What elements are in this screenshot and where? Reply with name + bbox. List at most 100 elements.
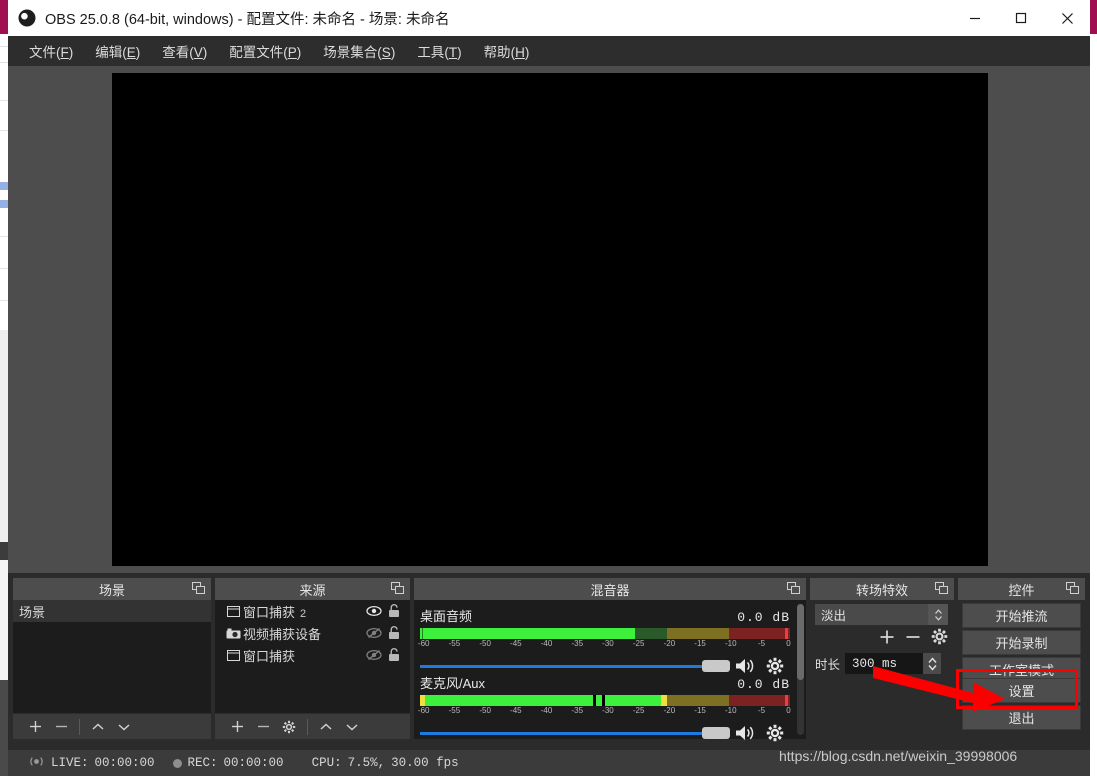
eye-hidden-icon[interactable] bbox=[364, 627, 384, 639]
close-button[interactable] bbox=[1044, 0, 1090, 36]
duration-input[interactable]: 300 ms bbox=[845, 653, 924, 674]
source-name: 窗口捕获 bbox=[243, 648, 296, 664]
move-source-down-button[interactable] bbox=[339, 715, 365, 739]
float-dock-icon[interactable] bbox=[192, 582, 205, 598]
float-dock-icon[interactable] bbox=[935, 582, 948, 598]
mixer-channel-name: 桌面音频 bbox=[420, 609, 473, 624]
menu-item-scene-collection[interactable]: 场景集合(S) bbox=[312, 38, 406, 64]
float-dock-icon[interactable] bbox=[1066, 582, 1079, 598]
duration-stepper[interactable] bbox=[923, 653, 942, 674]
transition-duration-row: 时长 300 ms bbox=[815, 653, 942, 674]
dock-scenes-title-label: 场景 bbox=[98, 582, 125, 598]
remove-transition-button[interactable] bbox=[905, 629, 921, 650]
eye-icon[interactable] bbox=[364, 605, 384, 617]
preview-canvas[interactable] bbox=[112, 73, 988, 566]
toolbar-divider bbox=[79, 718, 80, 735]
cpu-label: CPU: bbox=[311, 756, 342, 770]
list-item[interactable]: 视频捕获设备 bbox=[215, 622, 410, 644]
dock-transitions-title-label: 转场特效 bbox=[855, 582, 908, 598]
start-recording-button[interactable]: 开始录制 bbox=[962, 630, 1081, 655]
dock-sources: 来源 窗口捕获 2 视频捕获设备 窗口捕获 bbox=[215, 578, 410, 739]
mixer-scrollbar[interactable] bbox=[797, 604, 804, 735]
scenes-toolbar bbox=[13, 713, 211, 739]
dock-mixer-title-label: 混音器 bbox=[590, 582, 630, 598]
move-scene-up-button[interactable] bbox=[85, 715, 111, 739]
window-title: OBS 25.0.8 (64-bit, windows) - 配置文件: 未命名… bbox=[45, 11, 450, 28]
duration-label: 时长 bbox=[815, 658, 841, 672]
add-scene-button[interactable] bbox=[22, 715, 48, 739]
speaker-icon[interactable] bbox=[730, 724, 760, 742]
meter-scale: -60 -55 -50 -45 -40 -35 -30 -25 -20 -15 -10 -5 0 bbox=[417, 706, 791, 715]
live-time: 00:00:00 bbox=[94, 756, 155, 770]
lock-open-icon[interactable] bbox=[384, 604, 404, 618]
dock-mixer: 混音器 桌面音频 0.0 dB -60 -55 -50 -45 -40 -35 … bbox=[414, 578, 806, 742]
menu-item-edit[interactable]: 编辑(E) bbox=[84, 38, 151, 64]
gear-icon[interactable] bbox=[760, 724, 790, 742]
live-label: LIVE: bbox=[51, 756, 89, 770]
mixer-channel-header: 桌面音频 0.0 dB bbox=[420, 606, 790, 625]
controls-body: 开始推流 开始录制 工作室模式 设置 退出 bbox=[958, 600, 1085, 739]
maximize-button[interactable] bbox=[998, 0, 1044, 36]
source-name: 视频捕获设备 bbox=[243, 626, 322, 642]
remove-scene-button[interactable] bbox=[48, 715, 74, 739]
move-scene-down-button[interactable] bbox=[111, 715, 137, 739]
float-dock-icon[interactable] bbox=[787, 582, 800, 598]
start-streaming-button[interactable]: 开始推流 bbox=[962, 603, 1081, 628]
mixer-channel-db: 0.0 dB bbox=[737, 610, 790, 625]
chevron-updown-icon[interactable] bbox=[928, 604, 948, 625]
transition-actions bbox=[879, 628, 948, 650]
minimize-button[interactable] bbox=[952, 0, 998, 36]
mixer-body: 桌面音频 0.0 dB -60 -55 -50 -45 -40 -35 -30 … bbox=[414, 600, 806, 742]
eye-hidden-icon[interactable] bbox=[364, 649, 384, 661]
mixer-channel-desktop-audio: 桌面音频 0.0 dB -60 -55 -50 -45 -40 -35 -30 … bbox=[418, 606, 791, 675]
dock-mixer-title: 混音器 bbox=[414, 578, 806, 600]
settings-button[interactable]: 设置 bbox=[962, 678, 1081, 703]
transition-properties-gear-icon[interactable] bbox=[931, 628, 948, 650]
transition-selected-value: 淡出 bbox=[821, 609, 847, 623]
volume-slider[interactable] bbox=[420, 658, 730, 674]
mixer-channel-header: 麦克风/Aux 0.0 dB bbox=[420, 673, 790, 692]
scenes-list[interactable]: 场景 bbox=[13, 600, 211, 713]
source-suffix: 2 bbox=[300, 607, 307, 620]
obs-logo-icon bbox=[18, 9, 36, 27]
mixer-channel-db: 0.0 dB bbox=[737, 677, 790, 692]
volume-meter bbox=[420, 628, 790, 639]
dock-controls: 控件 开始推流 开始录制 工作室模式 设置 退出 bbox=[958, 578, 1085, 739]
rec-time: 00:00:00 bbox=[223, 756, 284, 770]
add-transition-button[interactable] bbox=[879, 629, 895, 650]
list-item[interactable]: 场景 bbox=[13, 600, 211, 622]
lock-open-icon[interactable] bbox=[384, 626, 404, 640]
dock-row: 场景 场景 来源 窗口捕获 2 视频捕获设备 窗口捕获 混音器 桌面音频 0.0… bbox=[8, 573, 1090, 743]
fps-value: 30.00 fps bbox=[391, 756, 459, 770]
broadcast-icon bbox=[28, 755, 45, 772]
add-source-button[interactable] bbox=[224, 715, 250, 739]
mixer-channel-name: 麦克风/Aux bbox=[420, 676, 486, 691]
menu-item-profile[interactable]: 配置文件(P) bbox=[218, 38, 312, 64]
remove-source-button[interactable] bbox=[250, 715, 276, 739]
float-dock-icon[interactable] bbox=[391, 582, 404, 598]
transition-select[interactable]: 淡出 bbox=[815, 604, 948, 625]
menu-item-file[interactable]: 文件(F) bbox=[18, 38, 84, 64]
menu-item-tools[interactable]: 工具(T) bbox=[406, 38, 472, 64]
dock-scenes: 场景 场景 bbox=[13, 578, 211, 739]
dock-transitions-title: 转场特效 bbox=[810, 578, 954, 600]
background-magenta-strip-left bbox=[0, 0, 8, 34]
exit-button[interactable]: 退出 bbox=[962, 705, 1081, 730]
list-item[interactable]: 窗口捕获 bbox=[215, 644, 410, 666]
source-properties-gear-icon[interactable] bbox=[276, 715, 302, 739]
window-capture-icon bbox=[223, 605, 243, 617]
menu-item-view[interactable]: 查看(V) bbox=[151, 38, 218, 64]
menu-bar: 文件(F) 编辑(E) 查看(V) 配置文件(P) 场景集合(S) 工具(T) … bbox=[8, 36, 1090, 66]
sources-list[interactable]: 窗口捕获 2 视频捕获设备 窗口捕获 bbox=[215, 600, 410, 713]
rec-status: REC: 00:00:00 bbox=[172, 756, 284, 770]
volume-slider[interactable] bbox=[420, 725, 730, 741]
preview-area[interactable] bbox=[8, 66, 1090, 573]
menu-item-help[interactable]: 帮助(H) bbox=[473, 38, 541, 64]
dock-controls-title: 控件 bbox=[958, 578, 1085, 600]
move-source-up-button[interactable] bbox=[313, 715, 339, 739]
dock-sources-title-label: 来源 bbox=[299, 582, 326, 598]
dock-sources-title: 来源 bbox=[215, 578, 410, 600]
live-status: LIVE: 00:00:00 bbox=[28, 755, 155, 772]
lock-open-icon[interactable] bbox=[384, 648, 404, 662]
list-item[interactable]: 窗口捕获 2 bbox=[215, 600, 410, 622]
